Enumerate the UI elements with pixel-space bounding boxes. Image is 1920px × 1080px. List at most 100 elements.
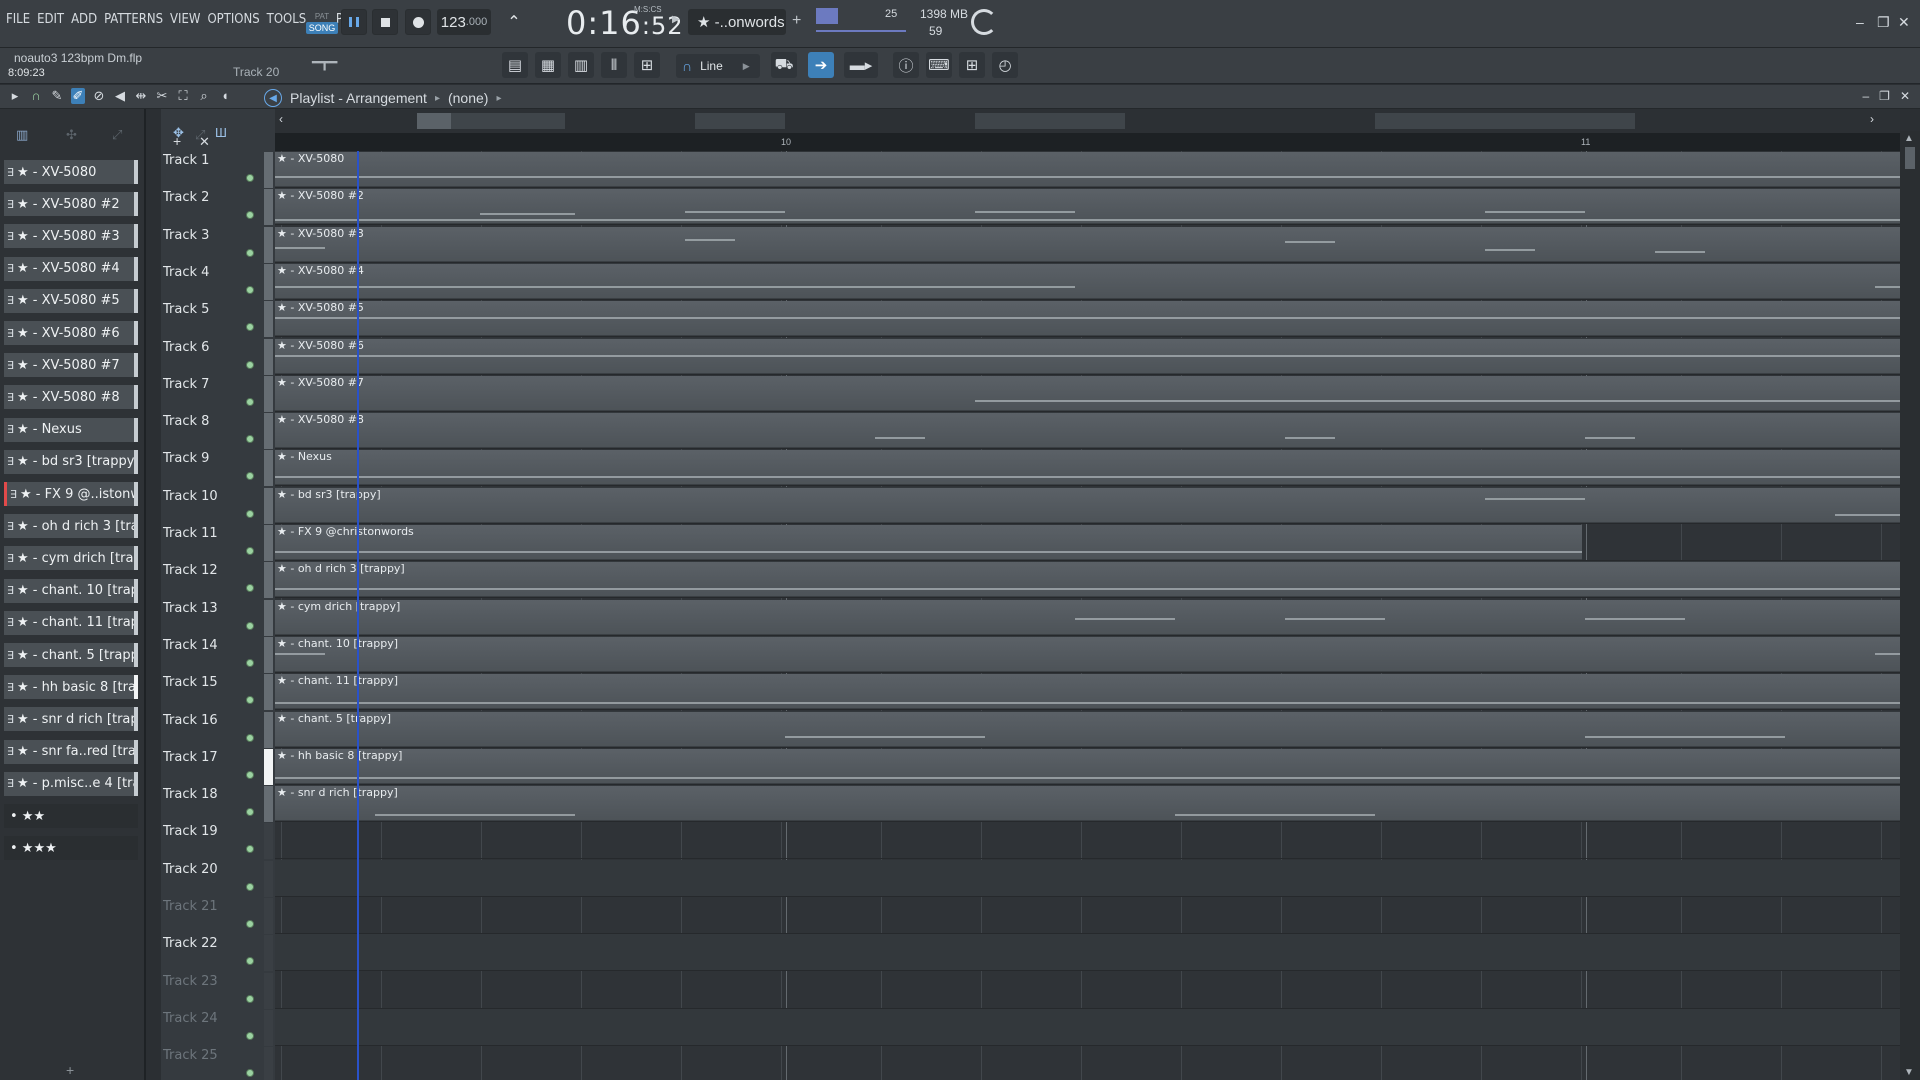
track-grip-handle[interactable] xyxy=(264,450,273,487)
track-grip-handle[interactable] xyxy=(264,674,273,711)
track-enable-led-icon[interactable] xyxy=(246,174,254,182)
track-header[interactable]: Track 2 xyxy=(161,190,264,227)
track-enable-led-icon[interactable] xyxy=(246,1069,254,1078)
track-grip-handle[interactable] xyxy=(264,823,273,860)
picker-item[interactable]: ∃ ★ - Nexus xyxy=(4,417,138,442)
track-header[interactable]: Track 14 xyxy=(161,638,264,675)
track-header[interactable]: Track 17 xyxy=(161,750,264,787)
vertical-scrollbar[interactable]: ▲ ▼ xyxy=(1900,131,1920,1080)
pattern-clip[interactable]: ★ - cym drich [trappy] xyxy=(275,599,1900,635)
track-header[interactable]: Track 12 xyxy=(161,563,264,600)
playlist-pattern-selector[interactable]: (none) xyxy=(448,90,488,106)
stop-button[interactable] xyxy=(372,9,398,35)
track-lane[interactable]: ★ - cym drich [trappy] xyxy=(275,599,1900,636)
pattern-clip[interactable]: ★ - hh basic 8 [trappy] xyxy=(275,748,1900,784)
track-enable-led-icon[interactable] xyxy=(246,696,254,705)
track-enable-led-icon[interactable] xyxy=(246,397,254,406)
magnet-snap-icon[interactable]: ∩ xyxy=(29,88,43,104)
scroll-up-icon[interactable]: ▲ xyxy=(1904,133,1914,144)
track-grip-handle[interactable] xyxy=(264,413,273,450)
draw-tool-icon[interactable]: ✎ xyxy=(50,88,64,104)
mute-tool-icon[interactable]: ◀ xyxy=(113,88,127,104)
tempo-display[interactable]: 123.000 xyxy=(437,9,491,35)
song-time-display[interactable]: 0:16:52 xyxy=(566,4,683,42)
track-grip-handle[interactable] xyxy=(264,860,273,897)
track-header[interactable]: Track 20 xyxy=(161,862,264,899)
picker-item[interactable]: ∃ ★ - XV-5080 #8 xyxy=(4,385,138,410)
track-grip-handle[interactable] xyxy=(264,487,273,524)
master-pitch-icon[interactable]: ━┳━ xyxy=(312,54,340,74)
track-header[interactable]: Track 3 xyxy=(161,228,264,265)
channel-rack-icon[interactable]: ▥ xyxy=(568,52,594,78)
track-lane[interactable] xyxy=(275,972,1900,1009)
pattern-selector[interactable]: ★ -..onwords xyxy=(688,9,786,35)
recording-filter-icon[interactable]: ◴ xyxy=(992,52,1018,78)
track-grip-handle[interactable] xyxy=(264,1047,273,1080)
track-grip-handle[interactable] xyxy=(264,636,273,673)
track-lane[interactable]: ★ - XV-5080 #3 xyxy=(275,226,1900,263)
slip-tool-icon[interactable]: ⇹ xyxy=(134,88,148,104)
vertical-scroll-thumb[interactable] xyxy=(1905,147,1915,169)
track-header[interactable]: Track 22 xyxy=(161,936,264,973)
pattern-clip[interactable]: ★ - chant. 5 [trappy] xyxy=(275,711,1900,747)
picker-audio-icon[interactable]: ✣ xyxy=(66,127,77,143)
piano-roll-icon[interactable]: ▦ xyxy=(535,52,561,78)
track-enable-led-icon[interactable] xyxy=(246,957,254,966)
track-enable-led-icon[interactable] xyxy=(246,733,254,742)
track-grip-handle[interactable] xyxy=(264,786,273,823)
picker-item[interactable]: ∃★ - hh basic 8 [trappy] xyxy=(4,675,138,700)
track-lane[interactable]: ★ - XV-5080 #5 xyxy=(275,300,1900,338)
picker-item[interactable]: ∃★ - FX 9 @..istonwords xyxy=(4,482,138,506)
track-header[interactable]: Track 10 xyxy=(161,489,264,526)
info-icon[interactable]: ⓘ xyxy=(893,52,919,78)
options-arrow-icon[interactable]: ▸ xyxy=(8,88,22,104)
track-lane[interactable]: ★ - chant. 11 [trappy] xyxy=(275,673,1900,711)
pattern-clip[interactable]: ★ - chant. 11 [trappy] xyxy=(275,674,1900,710)
browser-icon[interactable]: ⊞ xyxy=(634,52,660,78)
delete-tool-icon[interactable]: ⊘ xyxy=(92,88,106,104)
playlist-window-icon[interactable]: ▤ xyxy=(502,52,528,78)
slice-tool-icon[interactable]: ✂ xyxy=(155,88,169,104)
track-grip-handle[interactable] xyxy=(264,152,273,188)
record-button[interactable] xyxy=(405,9,431,35)
playlist-maximize-icon[interactable]: ❐ xyxy=(1879,89,1890,103)
picker-pattern-icon[interactable]: ▥ xyxy=(16,127,28,143)
metronome-button[interactable]: ⌃ xyxy=(500,9,528,35)
arrangement-grid[interactable]: ★ - XV-5080 ★ - XV-5080 #2 ★ - XV-5080 #3 ★… xyxy=(275,151,1900,1080)
menu-edit[interactable]: EDIT xyxy=(37,12,64,27)
picker-item[interactable]: ∃ ★ - XV-5080 #4 xyxy=(4,256,138,281)
scroll-down-icon[interactable]: ▼ xyxy=(1904,1067,1914,1078)
track-header[interactable]: Track 24 xyxy=(161,1011,264,1048)
restore-icon[interactable]: ❐ xyxy=(1877,14,1890,31)
track-enable-led-icon[interactable] xyxy=(246,509,254,518)
picker-item[interactable]: ∃★ - chant. 10 [trappy] xyxy=(4,578,138,603)
pattern-clip[interactable]: ★ - bd sr3 [trappy] xyxy=(275,487,1900,523)
snap-selector[interactable]: ∩ Line ▶ xyxy=(676,54,760,78)
track-enable-led-icon[interactable] xyxy=(246,248,254,257)
overview-scroll-thumb[interactable] xyxy=(417,113,451,129)
track-grip-handle[interactable] xyxy=(264,898,273,934)
add-track-icon[interactable]: + xyxy=(173,133,181,149)
track-grip-handle[interactable] xyxy=(264,748,273,785)
track-grip-handle[interactable] xyxy=(264,1009,273,1046)
track-header[interactable]: Track 1 xyxy=(161,153,264,190)
pattern-clip[interactable]: ★ - XV-5080 #7 xyxy=(275,375,1900,411)
track-header[interactable]: Track 19 xyxy=(161,824,264,861)
menu-file[interactable]: FILE xyxy=(6,12,30,27)
track-lane[interactable]: ★ - chant. 10 [trappy] xyxy=(275,635,1900,673)
track-enable-led-icon[interactable] xyxy=(246,285,254,294)
picker-item[interactable]: ∃ ★ - XV-5080 #3 xyxy=(4,224,138,249)
pat-song-toggle[interactable]: PAT SONG xyxy=(305,6,339,40)
track-enable-led-icon[interactable] xyxy=(246,211,254,220)
scroll-left-icon[interactable]: ‹ xyxy=(279,112,283,126)
paint-tool-icon[interactable]: ✐ xyxy=(71,88,85,104)
track-grip-handle[interactable] xyxy=(264,562,273,599)
track-lane[interactable]: ★ - snr d rich [trappy] xyxy=(275,785,1900,823)
horizontal-overview-scrollbar[interactable] xyxy=(275,109,1900,133)
picker-item[interactable]: • ★★★ xyxy=(4,836,138,861)
picker-item[interactable]: ∃★ - oh d rich 3 [trappy] xyxy=(4,514,138,539)
track-enable-led-icon[interactable] xyxy=(246,1031,254,1040)
track-header[interactable]: Track 4 xyxy=(161,265,264,302)
track-lane[interactable] xyxy=(275,822,1900,860)
track-lane[interactable]: ★ - XV-5080 #2 xyxy=(275,188,1900,226)
